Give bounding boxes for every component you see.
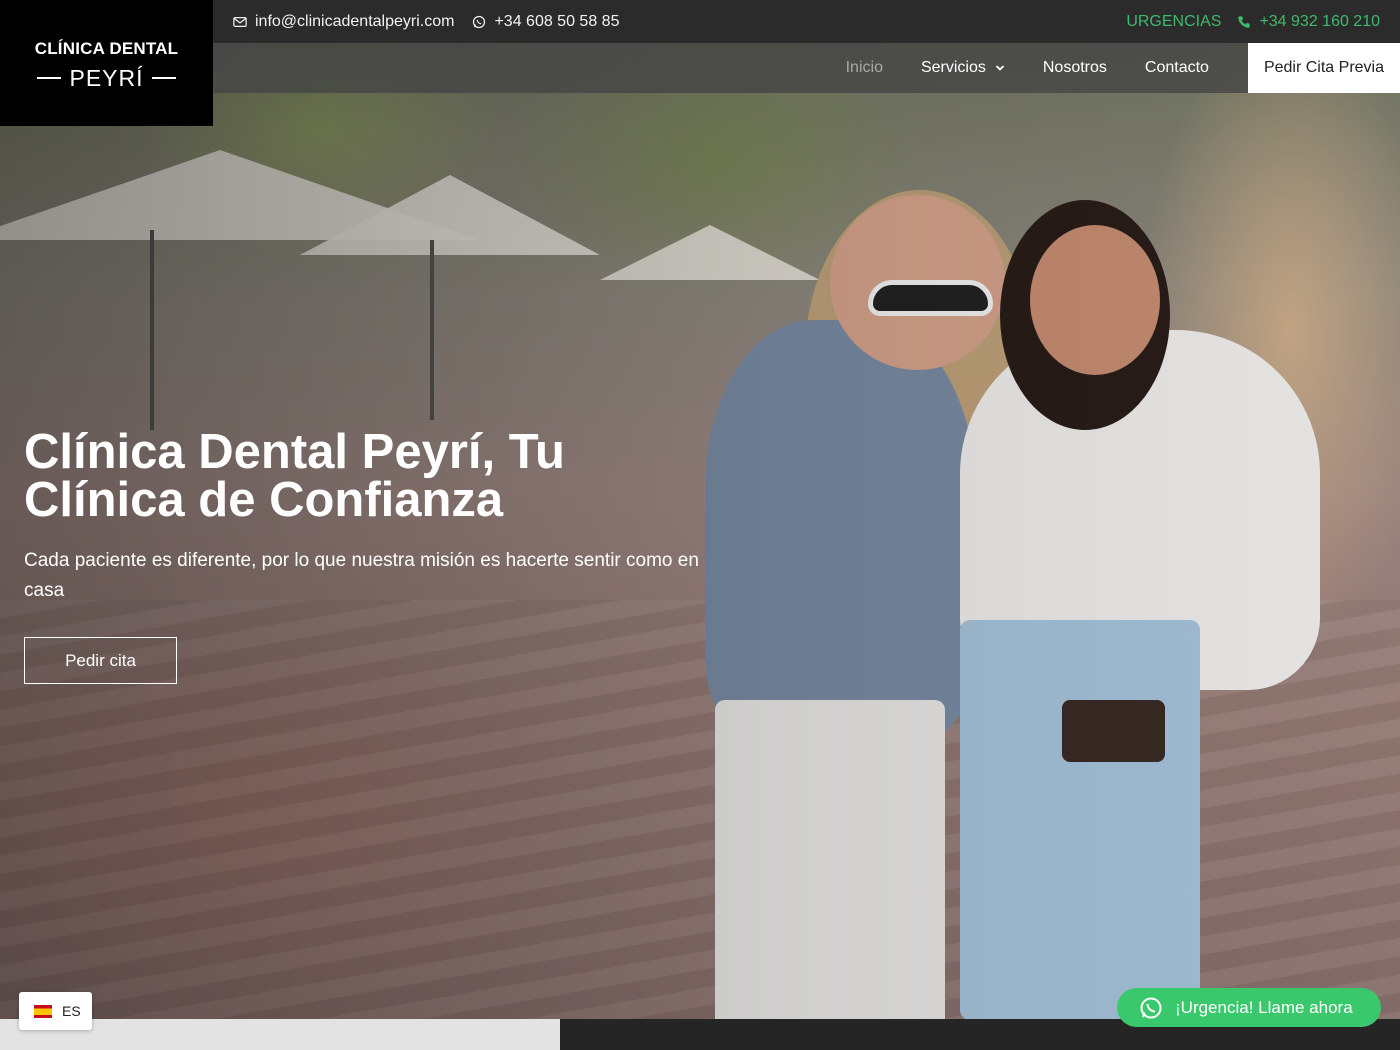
- site-logo[interactable]: CLÍNICA DENTAL PEYRÍ: [0, 0, 213, 126]
- logo-line2-wrap: PEYRÍ: [29, 65, 183, 92]
- logo-dash: [37, 77, 62, 79]
- chevron-down-icon: [995, 65, 1005, 71]
- whatsapp-link[interactable]: +34 608 50 58 85: [472, 13, 619, 31]
- whatsapp-icon: [1140, 997, 1162, 1018]
- language-switcher[interactable]: ES: [19, 992, 92, 1030]
- envelope-icon: [233, 16, 247, 27]
- spain-flag-icon: [34, 1004, 52, 1018]
- whatsapp-icon: [473, 15, 486, 28]
- whatsapp-number: +34 608 50 58 85: [494, 12, 620, 30]
- top-contact-bar: info@clinicadentalpeyri.com +34 608 50 5…: [213, 0, 1400, 43]
- whatsapp-button-label: ¡Urgencia! Llame ahora: [1175, 997, 1353, 1017]
- email-text: info@clinicadentalpeyri.com: [255, 12, 455, 30]
- whatsapp-urgency-button[interactable]: ¡Urgencia! Llame ahora: [1117, 988, 1381, 1027]
- nav-label: Inicio: [845, 59, 883, 76]
- nav-label: Servicios: [920, 59, 986, 76]
- hero-title: Clínica Dental Peyrí, Tu Clínica de Conf…: [24, 425, 565, 527]
- urgencias-phone: +34 932 160 210: [1259, 12, 1380, 30]
- urgencias-label: URGENCIAS: [1126, 12, 1222, 30]
- nav-servicios[interactable]: Servicios: [921, 59, 1005, 77]
- nav-inicio[interactable]: Inicio: [846, 59, 883, 77]
- logo-line1: CLÍNICA DENTAL: [34, 38, 179, 58]
- phone-icon: [1238, 15, 1251, 28]
- hero-subtitle: Cada paciente es diferente, por lo que n…: [24, 550, 699, 601]
- nav-contacto[interactable]: Contacto: [1145, 59, 1209, 77]
- logo-line2: PEYRÍ: [69, 64, 144, 91]
- language-code: ES: [62, 1003, 81, 1019]
- nav-label: Nosotros: [1042, 59, 1107, 76]
- logo-dash: [151, 77, 176, 79]
- urgencias-phone-link[interactable]: +34 932 160 210: [1237, 13, 1380, 31]
- nav-nosotros[interactable]: Nosotros: [1043, 59, 1107, 77]
- main-nav: Inicio Servicios Nosotros Contacto Pedir…: [213, 43, 1400, 93]
- pedir-cita-button[interactable]: Pedir cita: [24, 637, 177, 684]
- email-link[interactable]: info@clinicadentalpeyri.com: [233, 13, 454, 31]
- nav-label: Contacto: [1144, 59, 1209, 76]
- pedir-cita-previa-button[interactable]: Pedir Cita Previa: [1247, 43, 1400, 93]
